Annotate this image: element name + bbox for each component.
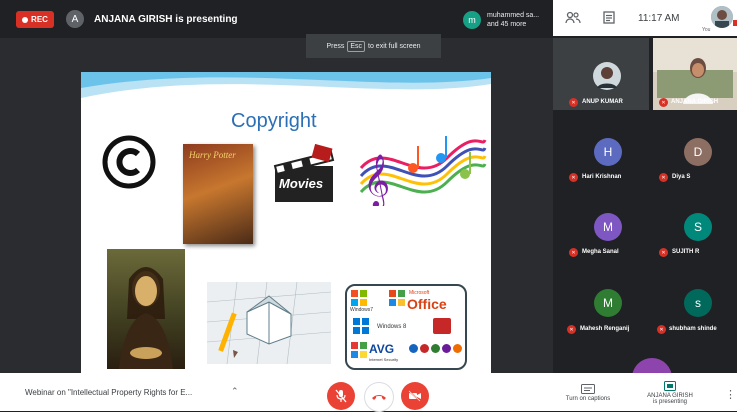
meeting-title[interactable]: Webinar on "Intellectual Property Rights… — [25, 388, 192, 397]
camera-toggle-button[interactable] — [401, 382, 429, 410]
mic-off-icon: ✕ — [657, 325, 666, 334]
hint-press: Press — [326, 42, 345, 50]
mic-indicator-icon — [733, 20, 737, 26]
participant-avatar: S — [684, 213, 712, 241]
office-logo-icon — [389, 290, 405, 306]
windows8-label: Windows 8 — [377, 324, 407, 330]
other-participants-chip[interactable]: m muhammed sa... and 45 more — [463, 8, 539, 32]
mic-off-icon: ✕ — [569, 248, 578, 257]
colored-circles — [409, 344, 462, 353]
chat-icon[interactable] — [603, 11, 615, 28]
participant-video — [683, 58, 713, 104]
participant-tile[interactable]: D ✕ Diya S — [653, 112, 737, 184]
captions-icon — [581, 384, 595, 394]
mic-off-icon: ✕ — [659, 248, 668, 257]
mona-lisa-image — [107, 249, 185, 369]
mic-off-icon — [335, 389, 347, 403]
music-notes-image: 𝄞 — [359, 136, 487, 206]
esc-key: Esc — [347, 40, 366, 52]
mic-off-icon: ✕ — [569, 98, 578, 107]
windows7-label: Windows7 — [350, 307, 374, 313]
participant-name: SUJITH R — [672, 249, 700, 255]
presenting-info-button[interactable]: ANJANA GIRISH is presenting — [636, 381, 704, 405]
participant-name: Megha Sanal — [582, 249, 619, 255]
people-icon[interactable] — [565, 11, 581, 28]
participant-avatar: M — [594, 213, 622, 241]
svg-text:𝄞: 𝄞 — [363, 153, 390, 206]
chevron-up-icon[interactable]: ⌃ — [231, 386, 239, 397]
participant-tile[interactable]: s ✕ shubham shinde — [653, 262, 737, 334]
hang-up-icon — [372, 395, 386, 400]
shared-slide: Copyright Harry Potter Movies 𝄞 Windows7… — [81, 72, 491, 373]
participant-name: ANUP KUMAR — [582, 99, 623, 105]
more-options-icon[interactable]: ⋮ — [725, 388, 736, 401]
leave-call-button[interactable] — [364, 382, 394, 412]
participant-avatar: M — [594, 289, 622, 317]
participant-name: muhammed sa... — [487, 12, 540, 19]
participant-tile[interactable]: ✕ ANJANA GIRISH — [653, 38, 737, 110]
participant-avatar: H — [594, 138, 622, 166]
slide-title: Copyright — [231, 110, 317, 132]
office-label: Office — [407, 296, 447, 312]
present-screen-icon — [664, 381, 676, 391]
presenting-status: ANJANA GIRISH is presenting — [94, 14, 238, 25]
copyright-icon — [102, 135, 156, 189]
slide-wave-decoration — [81, 72, 491, 98]
participant-name: ANJANA GIRISH — [671, 99, 719, 105]
fullscreen-hint: Press Esc to exit full screen — [306, 34, 441, 58]
avg-subtitle: Internet Security — [369, 357, 399, 362]
presenter-status: is presenting — [652, 399, 688, 405]
participant-photo — [593, 62, 621, 90]
participant-avatar: D — [684, 138, 712, 166]
you-label: You — [702, 27, 711, 33]
clock-time: 11:17 AM — [638, 13, 680, 24]
camera-off-icon — [408, 390, 421, 402]
participant-tile[interactable]: S ✕ SUJITH R — [653, 186, 737, 258]
movies-clapper-icon — [273, 144, 335, 202]
windows8-icon — [353, 318, 369, 334]
mic-off-icon: ✕ — [567, 325, 576, 334]
red-app-icon — [433, 318, 451, 334]
software-logos-image: Windows7 Microsoft Office Windows 8 AVG … — [345, 284, 467, 370]
avg-label: AVG — [369, 342, 395, 356]
header-right: 11:17 AM You — [553, 0, 737, 36]
participant-tile[interactable]: H ✕ Hari Krishnan — [553, 112, 649, 184]
avg-logo-icon — [351, 342, 367, 358]
participant-name: Mahesh Renganij — [580, 326, 630, 332]
house-blueprint-image — [207, 282, 331, 364]
bottom-bar: Webinar on "Intellectual Property Rights… — [0, 373, 737, 412]
top-bar: REC A ANJANA GIRISH is presenting m muha… — [0, 0, 553, 38]
recording-badge: REC — [16, 11, 54, 28]
windows7-icon — [351, 290, 367, 306]
mic-off-icon: ✕ — [659, 98, 668, 107]
captions-button[interactable]: Turn on captions — [558, 384, 618, 402]
participant-avatar: s — [684, 289, 712, 317]
participant-avatar: m — [463, 11, 481, 29]
participant-name: shubham shinde — [669, 326, 717, 332]
participant-tile[interactable]: ✕ ANUP KUMAR — [553, 38, 649, 110]
participant-tile[interactable]: M ✕ Mahesh Renganij — [553, 262, 649, 334]
more-participants-count: and 45 more — [487, 21, 527, 28]
microphone-toggle-button[interactable] — [327, 382, 355, 410]
movies-label: Movies — [279, 176, 324, 191]
hint-rest: to exit full screen — [368, 42, 421, 50]
participant-tile-partial — [632, 358, 672, 373]
recording-label: REC — [31, 15, 48, 24]
captions-label: Turn on captions — [565, 396, 611, 402]
participant-name: Hari Krishnan — [582, 174, 622, 180]
mic-off-icon: ✕ — [569, 173, 578, 182]
participant-tile[interactable]: M ✕ Megha Sanal — [553, 186, 649, 258]
mic-off-icon: ✕ — [659, 173, 668, 182]
participant-name: Diya S — [672, 174, 691, 180]
book-cover-image: Harry Potter — [183, 144, 253, 244]
book-title: Harry Potter — [189, 150, 236, 160]
self-avatar — [711, 6, 733, 28]
presenter-avatar: A — [66, 10, 84, 28]
record-dot-icon — [22, 16, 29, 23]
